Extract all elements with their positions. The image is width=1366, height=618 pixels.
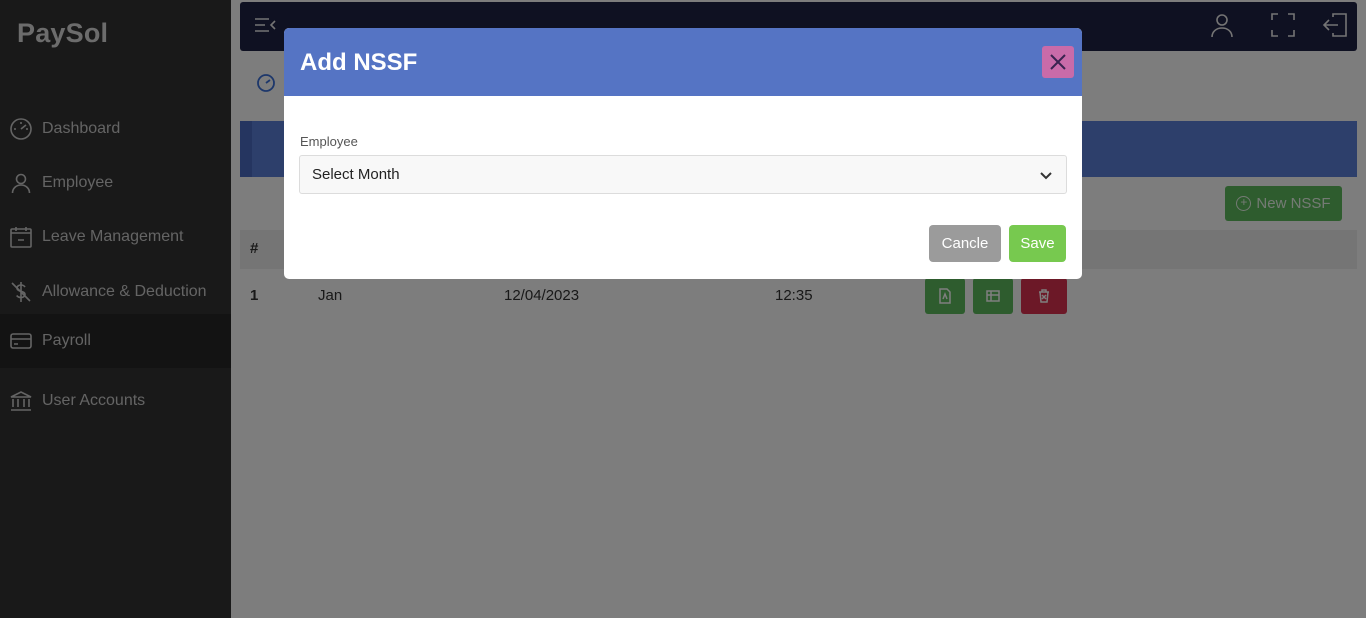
- close-icon: [1050, 54, 1066, 70]
- employee-field-label: Employee: [300, 134, 358, 149]
- add-nssf-modal: Add NSSF Employee Select Month Cancle Sa…: [284, 28, 1082, 279]
- chevron-down-icon: [1038, 167, 1054, 183]
- month-select-value: Select Month: [312, 166, 400, 183]
- save-button[interactable]: Save: [1009, 225, 1066, 262]
- month-select[interactable]: Select Month: [299, 155, 1067, 194]
- close-button[interactable]: [1042, 46, 1074, 78]
- modal-title: Add NSSF: [300, 49, 418, 76]
- cancel-button[interactable]: Cancle: [929, 225, 1001, 262]
- modal-header: Add NSSF: [284, 28, 1082, 96]
